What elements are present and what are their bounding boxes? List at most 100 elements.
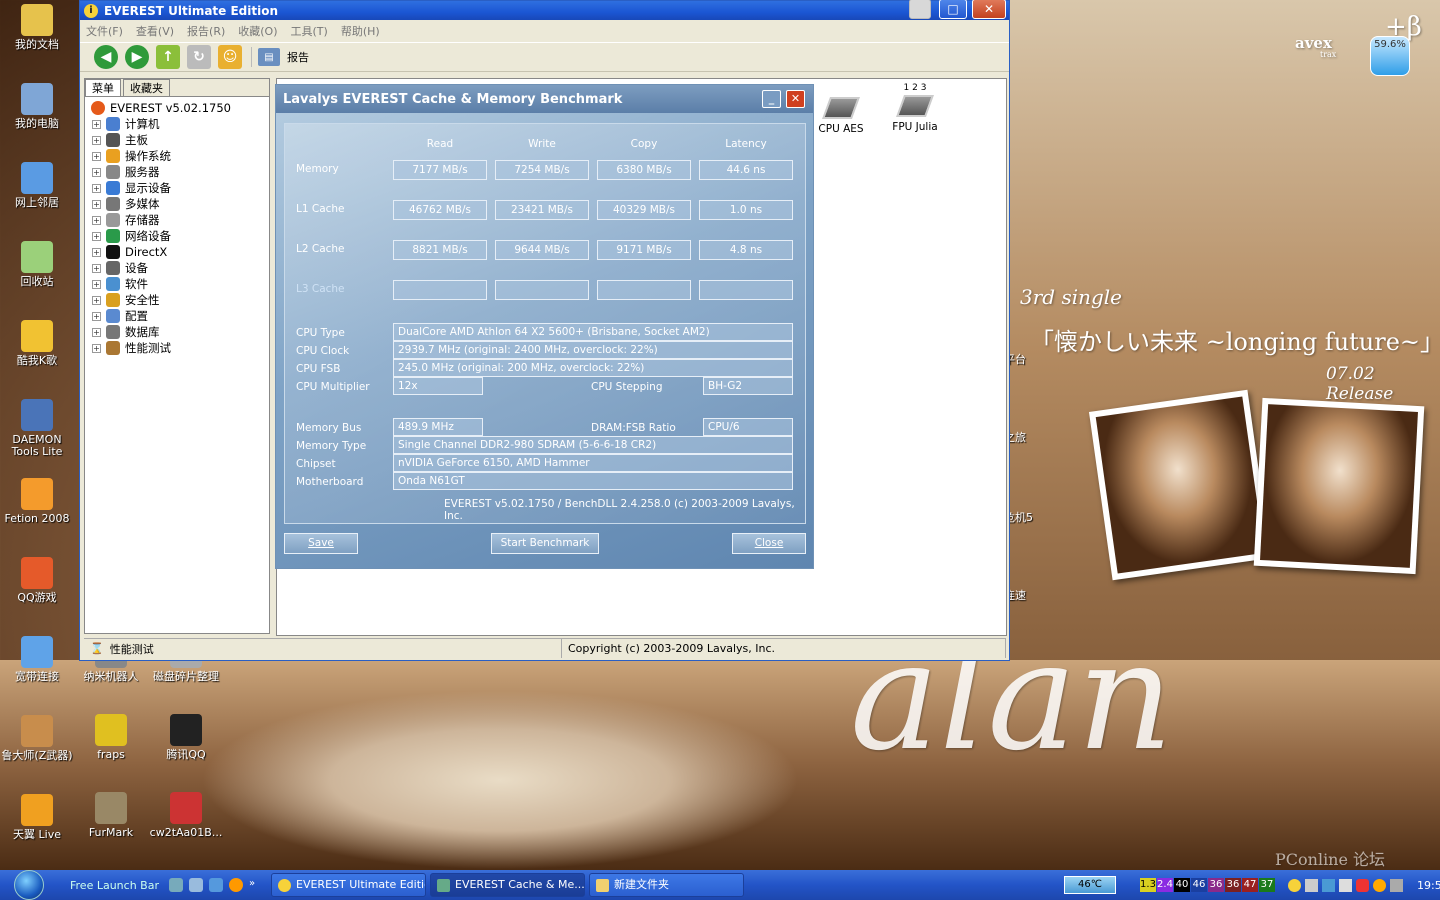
expand-icon[interactable]: + — [92, 231, 101, 241]
tree-node[interactable]: + 存储器 — [89, 212, 269, 228]
desktop-icon[interactable]: 天翼 Live — [0, 794, 74, 841]
menu-item[interactable]: 查看(V) — [136, 23, 174, 39]
tree-node[interactable]: + 多媒体 — [89, 196, 269, 212]
desktop-icon[interactable]: 腾讯QQ — [149, 714, 223, 761]
tree-node[interactable]: + 计算机 — [89, 116, 269, 132]
save-button[interactable]: Save — [284, 533, 358, 554]
desktop-icon[interactable]: 我的电脑 — [0, 83, 74, 130]
tab-menu[interactable]: 菜单 — [85, 79, 121, 96]
fpu-julia-item[interactable]: 1 2 3 FPU Julia — [885, 83, 945, 133]
close-window-button[interactable]: ✕ — [972, 0, 1006, 19]
desktop-icon[interactable]: QQ游戏 — [0, 557, 74, 604]
desktop-icon[interactable]: 我的文档 — [0, 4, 74, 51]
close-icon[interactable]: ✕ — [786, 90, 805, 108]
minimize-button[interactable] — [909, 0, 931, 19]
everest-app-icon: i — [84, 3, 98, 18]
tree-node[interactable]: + 主板 — [89, 132, 269, 148]
forward-icon[interactable]: ▶ — [125, 45, 149, 69]
tree-node[interactable]: + 显示设备 — [89, 180, 269, 196]
expand-icon[interactable]: + — [92, 263, 101, 273]
tree-node[interactable]: + 操作系统 — [89, 148, 269, 164]
expand-icon[interactable]: + — [92, 247, 101, 257]
menu-item[interactable]: 收藏(O) — [238, 23, 277, 39]
tree-node[interactable]: + 性能测试 — [89, 340, 269, 356]
tray-everest-icon[interactable] — [1288, 878, 1301, 892]
tree-node[interactable]: + 配置 — [89, 308, 269, 324]
users-icon[interactable]: ☺ — [218, 45, 242, 69]
ql-app-icon[interactable] — [228, 878, 243, 892]
back-icon[interactable]: ◀ — [94, 45, 118, 69]
main-titlebar[interactable]: i EVEREST Ultimate Edition — [80, 1, 1009, 20]
expand-icon[interactable]: + — [92, 199, 101, 209]
task-benchmark[interactable]: EVEREST Cache & Me... — [430, 873, 585, 897]
desktop-icon[interactable]: FurMark — [74, 792, 148, 839]
cpu-core-cell: 36 — [1208, 878, 1224, 892]
ql-more-icon[interactable]: » — [249, 878, 255, 892]
tree-node[interactable]: + 软件 — [89, 276, 269, 292]
refresh-icon[interactable]: ↻ — [187, 45, 211, 69]
desktop-icon[interactable]: Fetion 2008 — [0, 478, 74, 525]
tray-app2-icon[interactable] — [1373, 878, 1386, 892]
report-button-label[interactable]: 报告 — [287, 49, 309, 65]
tree-root[interactable]: EVEREST v5.02.1750 — [89, 100, 269, 116]
close-button[interactable]: Close — [732, 533, 806, 554]
tray-network-icon[interactable] — [1305, 878, 1318, 892]
desktop-icon-partial[interactable]: 连速 — [1004, 590, 1044, 602]
expand-icon[interactable]: + — [92, 167, 101, 177]
desktop-icon-partial[interactable]: 危机5 — [1004, 512, 1044, 524]
report-icon[interactable]: ▤ — [258, 48, 280, 66]
tab-favorites[interactable]: 收藏夹 — [123, 79, 170, 96]
benchmark-titlebar[interactable]: Lavalys EVEREST Cache & Memory Benchmark — [276, 85, 813, 113]
task-everest[interactable]: EVEREST Ultimate Edition — [271, 873, 426, 897]
cpu-aes-item[interactable]: CPU AES — [811, 87, 871, 135]
expand-icon[interactable]: + — [92, 151, 101, 161]
menu-item[interactable]: 报告(R) — [187, 23, 225, 39]
desktop-icon[interactable]: 回收站 — [0, 241, 74, 288]
expand-icon[interactable]: + — [92, 215, 101, 225]
desktop-icon[interactable]: 酷我K歌 — [0, 320, 74, 367]
expand-icon[interactable]: + — [92, 343, 101, 353]
ql-desktop-icon[interactable] — [168, 878, 183, 892]
desktop-icon-partial[interactable]: 平台 — [1004, 354, 1044, 366]
clock[interactable]: 19:56 — [1417, 879, 1440, 892]
desktop-icon[interactable]: 网上邻居 — [0, 162, 74, 209]
free-launch-bar[interactable]: Free Launch Bar — [70, 879, 159, 892]
tree-node[interactable]: + 安全性 — [89, 292, 269, 308]
result-cell: 44.6 ns — [699, 160, 793, 180]
tree-node[interactable]: + 服务器 — [89, 164, 269, 180]
desktop-icon[interactable]: 宽带连接 — [0, 636, 74, 683]
expand-icon[interactable]: + — [92, 311, 101, 321]
tree-node[interactable]: + DirectX — [89, 244, 269, 260]
minimize-icon[interactable]: _ — [762, 90, 781, 108]
expand-icon[interactable]: + — [92, 183, 101, 193]
desktop-icon[interactable]: 鲁大师(Z武器) — [0, 715, 74, 762]
gauge-widget[interactable]: 59.6% — [1370, 36, 1410, 76]
tree-node[interactable]: + 网络设备 — [89, 228, 269, 244]
expand-icon[interactable]: + — [92, 295, 101, 305]
tree-node[interactable]: + 设备 — [89, 260, 269, 276]
tray-app-icon[interactable] — [1322, 878, 1335, 892]
desktop-icon[interactable]: cw2tAa01B... — [149, 792, 223, 839]
up-icon[interactable]: ↑ — [156, 45, 180, 69]
menu-item[interactable]: 帮助(H) — [341, 23, 380, 39]
menu-item[interactable]: 文件(F) — [86, 23, 123, 39]
tray-qq-icon[interactable] — [1356, 878, 1369, 892]
expand-icon[interactable]: + — [92, 135, 101, 145]
desktop-icon[interactable]: DAEMON Tools Lite — [0, 399, 74, 458]
tray-volume-icon[interactable] — [1339, 878, 1352, 892]
expand-icon[interactable]: + — [92, 279, 101, 289]
start-button[interactable] — [0, 870, 58, 900]
menu-item[interactable]: 工具(T) — [291, 23, 328, 39]
tree-node[interactable]: + 数据库 — [89, 324, 269, 340]
expand-icon[interactable]: + — [92, 119, 101, 129]
tray-app3-icon[interactable] — [1390, 878, 1403, 892]
ql-ie-icon[interactable] — [208, 878, 223, 892]
expand-icon[interactable]: + — [92, 327, 101, 337]
maximize-button[interactable]: □ — [939, 0, 967, 19]
ql-explorer-icon[interactable] — [188, 878, 203, 892]
desktop-icon-partial[interactable]: 之旅 — [1004, 432, 1044, 444]
task-folder[interactable]: 新建文件夹 — [589, 873, 744, 897]
benchmark-dialog[interactable]: Lavalys EVEREST Cache & Memory Benchmark… — [275, 84, 814, 569]
desktop-icon[interactable]: fraps — [74, 714, 148, 761]
start-benchmark-button[interactable]: Start Benchmark — [491, 533, 599, 554]
